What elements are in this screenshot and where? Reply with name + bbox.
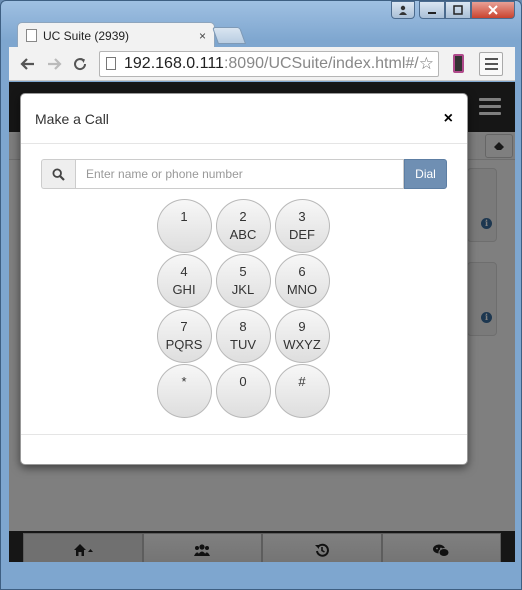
tab-close-icon[interactable]: × — [199, 29, 206, 43]
maximize-button[interactable] — [445, 1, 471, 19]
forward-arrow-icon[interactable] — [41, 51, 67, 77]
close-icon[interactable]: × — [444, 110, 453, 128]
search-icon — [41, 159, 75, 189]
window-controls — [391, 1, 515, 19]
key-letters: DEF — [289, 227, 315, 242]
keypad-key[interactable]: 1 — [156, 199, 212, 253]
keypad-key[interactable]: * — [156, 364, 212, 418]
key-digit: 6 — [298, 264, 306, 279]
key-digit: 3 — [298, 209, 306, 224]
key-digit: 9 — [298, 319, 306, 334]
keypad-key[interactable]: 6 MNO — [274, 254, 330, 308]
key-digit: 5 — [239, 264, 247, 279]
modal-footer — [21, 434, 467, 464]
keypad-key[interactable]: 4 GHI — [156, 254, 212, 308]
dial-keypad: 1 2 ABC 3 DEF 4 GHI 5 JKL 6 MNO 7 PQRS 8 TUV 9 WXYZ * 0 # — [156, 199, 332, 418]
key-letters: WXYZ — [283, 337, 321, 352]
key-digit: 2 — [239, 209, 247, 224]
key-digit: 0 — [239, 374, 247, 389]
keypad-key[interactable]: 8 TUV — [215, 309, 271, 363]
user-profile-icon[interactable] — [391, 1, 415, 19]
key-digit: 8 — [239, 319, 247, 334]
document-icon — [26, 29, 37, 42]
page-icon — [106, 57, 116, 70]
key-letters: ABC — [229, 227, 257, 242]
key-letters: MNO — [286, 282, 318, 297]
url-host: 192.168.0.111 — [124, 54, 224, 72]
keypad-key[interactable]: 3 DEF — [274, 199, 330, 253]
keypad-key[interactable]: 0 — [215, 364, 271, 418]
minimize-button[interactable] — [419, 1, 445, 19]
url-path: :8090/UCSuite/index.html#/ — [223, 54, 419, 72]
browser-menu-icon[interactable] — [479, 51, 503, 76]
dial-button[interactable]: Dial — [404, 159, 447, 189]
key-digit: 1 — [180, 209, 188, 224]
key-letters: JKL — [231, 282, 255, 297]
browser-window: UC Suite (2939) × 192.168.0.111:8090/UCS… — [0, 0, 522, 590]
keypad-key[interactable]: 9 WXYZ — [274, 309, 330, 363]
keypad-key[interactable]: 2 ABC — [215, 199, 271, 253]
reload-icon[interactable] — [67, 51, 93, 77]
address-bar[interactable]: 192.168.0.111:8090/UCSuite/index.html#/ … — [99, 50, 439, 77]
key-digit: 4 — [180, 264, 188, 279]
key-letters: PQRS — [165, 337, 203, 352]
bookmark-star-icon[interactable]: ☆ — [419, 54, 434, 74]
phone-number-input[interactable] — [75, 159, 404, 189]
back-arrow-icon[interactable] — [15, 51, 41, 77]
new-tab-button[interactable] — [211, 27, 247, 44]
key-letters: GHI — [172, 282, 196, 297]
modal-header: Make a Call × — [21, 94, 467, 144]
modal-body: Dial 1 2 ABC 3 DEF 4 GHI 5 JKL 6 MNO 7 PQRS 8 TUV 9 WXYZ… — [21, 144, 467, 433]
browser-toolbar: 192.168.0.111:8090/UCSuite/index.html#/ … — [9, 47, 515, 81]
keypad-key[interactable]: # — [274, 364, 330, 418]
key-digit: * — [181, 374, 187, 389]
keypad-key[interactable]: 7 PQRS — [156, 309, 212, 363]
key-digit: # — [298, 374, 306, 389]
keypad-key[interactable]: 5 JKL — [215, 254, 271, 308]
tab-title: UC Suite (2939) — [43, 28, 130, 43]
phone-extension-icon[interactable] — [445, 51, 471, 77]
make-call-dialog: Make a Call × Dial 1 2 ABC 3 DEF 4 GHI 5 JKL 6 MNO… — [20, 93, 468, 465]
modal-title: Make a Call — [35, 110, 109, 127]
key-digit: 7 — [180, 319, 188, 334]
dial-input-group: Dial — [41, 159, 447, 189]
browser-tab[interactable]: UC Suite (2939) × — [17, 22, 215, 48]
window-close-button[interactable] — [471, 1, 515, 19]
key-letters: TUV — [230, 337, 256, 352]
